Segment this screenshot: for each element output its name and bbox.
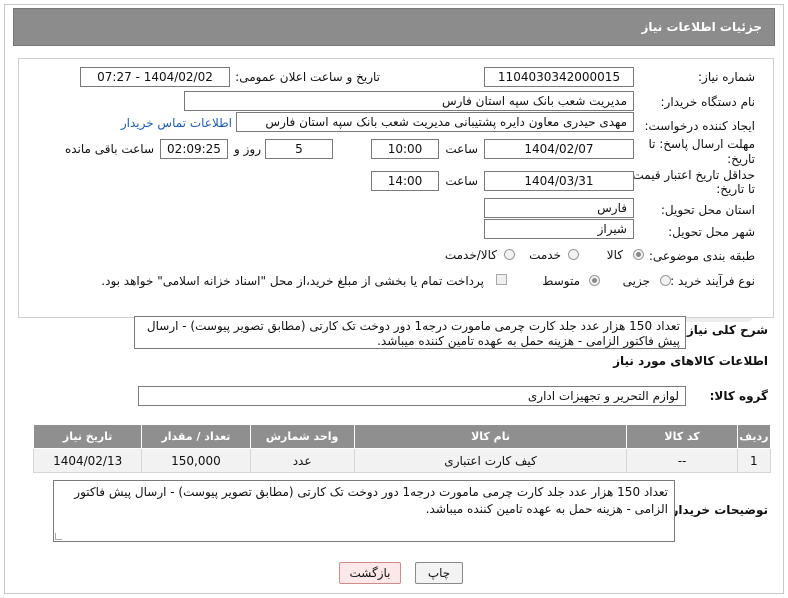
need-number-label: شماره نیاز:	[698, 70, 755, 84]
summary-textbox[interactable]: تعداد 150 هزار عدد جلد کارت چرمی مامورت …	[134, 316, 686, 349]
col-quantity: تعداد / مقدار	[141, 424, 251, 449]
reply-deadline-label-2: تاریخ:	[727, 152, 755, 166]
goods-table-header-row: ردیف کد کالا نام کالا واحد شمارش تعداد /…	[32, 424, 772, 449]
page-header: جزئیات اطلاعات نیاز	[13, 8, 775, 46]
process-option-minor: جزیی	[622, 274, 650, 288]
page-title: جزئیات اطلاعات نیاز	[641, 20, 762, 34]
cell-need-date: 1404/02/13	[32, 448, 143, 473]
remaining-time-label: ساعت باقی مانده	[64, 142, 154, 156]
summary-label: شرح کلی نیاز:	[682, 323, 768, 337]
goods-group-field[interactable]: لوازم التحریر و تجهیزات اداری	[138, 386, 686, 406]
goods-table: ردیف کد کالا نام کالا واحد شمارش تعداد /…	[32, 424, 772, 473]
price-validity-label: حداقل تاریخ اعتبار قیمت:	[628, 168, 755, 182]
table-row[interactable]: 1 -- کیف کارت اعتباری عدد 150,000 1404/0…	[32, 448, 772, 473]
city-field[interactable]: شیراز	[484, 219, 634, 239]
category-option-service: خدمت	[529, 248, 561, 262]
cell-goods-code: --	[626, 448, 738, 473]
category-option-goods: کالا	[606, 248, 623, 262]
creator-label: ایجاد کننده درخواست:	[644, 119, 755, 133]
category-radio-goods[interactable]	[633, 249, 644, 260]
col-goods-name: نام کالا	[353, 424, 628, 449]
print-button[interactable]: چاپ	[415, 562, 463, 584]
cell-unit: عدد	[249, 448, 355, 473]
buyer-notes-text: تعداد 150 هزار عدد جلد کارت چرمی مامورت …	[74, 485, 668, 516]
province-field[interactable]: فارس	[484, 198, 634, 218]
category-radio-service[interactable]	[568, 249, 579, 260]
summary-text: تعداد 150 هزار عدد جلد کارت چرمی مامورت …	[146, 319, 680, 348]
need-number-field[interactable]: 1104030342000015	[484, 67, 634, 87]
buyer-org-field[interactable]: مدیریت شعب بانک سپه استان فارس	[184, 91, 634, 111]
price-validity-label-2: تا تاریخ:	[716, 182, 755, 196]
process-radio-minor[interactable]	[660, 275, 671, 286]
days-label: روز و	[234, 142, 261, 156]
category-option-goods-service: کالا/خدمت	[444, 248, 497, 262]
treasury-payment-checkbox[interactable]	[496, 274, 507, 285]
back-button[interactable]: بازگشت	[339, 562, 401, 584]
buyer-notes-textbox[interactable]: تعداد 150 هزار عدد جلد کارت چرمی مامورت …	[53, 480, 675, 542]
reply-date-field[interactable]: 1404/02/07	[484, 139, 634, 159]
cell-row-number: 1	[736, 448, 772, 473]
treasury-payment-note: پرداخت تمام یا بخشی از مبلغ خرید،از محل …	[101, 274, 484, 288]
process-label: نوع فرآیند خرید :	[670, 274, 755, 288]
cell-quantity: 150,000	[141, 448, 251, 473]
process-radio-medium[interactable]	[589, 275, 600, 286]
col-need-date: تاریخ نیاز	[32, 424, 143, 449]
category-label: طبقه بندی موضوعی:	[648, 249, 755, 263]
buyer-org-label: نام دستگاه خریدار:	[660, 95, 756, 109]
col-goods-code: کد کالا	[626, 424, 738, 449]
reply-deadline-label: مهلت ارسال پاسخ: تا	[648, 137, 755, 151]
goods-section-title: اطلاعات کالاهای مورد نیاز	[613, 354, 768, 368]
days-field[interactable]: 5	[265, 139, 333, 159]
contact-info-link[interactable]: اطلاعات تماس خریدار	[121, 116, 232, 130]
province-label: استان محل تحویل:	[660, 203, 755, 217]
remaining-time-field[interactable]: 02:09:25	[160, 139, 228, 159]
buyer-notes-label: توضیحات خریدار:	[666, 503, 768, 517]
announce-field[interactable]: 1404/02/02 - 07:27	[80, 67, 230, 87]
creator-field[interactable]: مهدی حیدری معاون دایره پشتیبانی مدیریت ش…	[236, 112, 634, 132]
col-row-number: ردیف	[736, 424, 772, 449]
announce-label: تاریخ و ساعت اعلان عمومی:	[235, 70, 380, 84]
price-date-field[interactable]: 1404/03/31	[484, 171, 634, 191]
city-label: شهر محل تحویل:	[668, 225, 755, 239]
cell-goods-name: کیف کارت اعتباری	[353, 448, 628, 473]
goods-group-label: گروه کالا:	[709, 389, 768, 403]
process-option-medium: متوسط	[542, 274, 580, 288]
price-time-label: ساعت	[445, 174, 478, 188]
category-radio-goods-service[interactable]	[504, 249, 515, 260]
reply-time-field[interactable]: 10:00	[371, 139, 439, 159]
col-unit: واحد شمارش	[249, 424, 355, 449]
resize-handle-icon[interactable]	[55, 533, 62, 540]
price-time-field[interactable]: 14:00	[371, 171, 439, 191]
reply-time-label: ساعت	[445, 142, 478, 156]
